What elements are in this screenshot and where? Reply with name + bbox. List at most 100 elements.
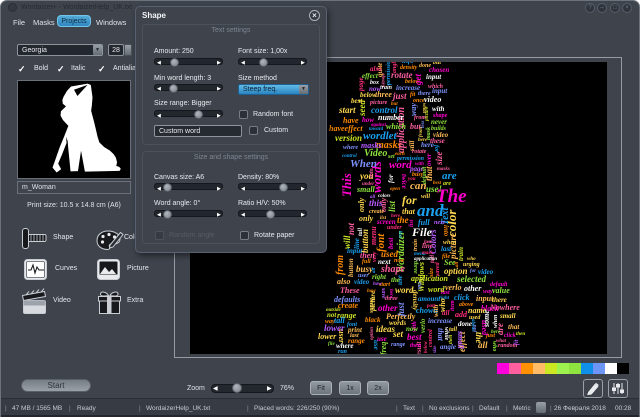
svg-text:here: here (491, 330, 501, 335)
svg-text:way: way (409, 103, 418, 116)
svg-text:there: there (492, 296, 507, 304)
svg-text:box: box (397, 231, 402, 239)
svg-text:picture: picture (425, 106, 430, 122)
svg-text:now: now (369, 85, 381, 93)
svg-text:create: create (369, 209, 384, 215)
svg-text:size: size (429, 268, 435, 278)
svg-text:will: will (421, 194, 430, 200)
svg-text:create: create (338, 301, 358, 310)
svg-text:file: file (442, 254, 450, 260)
svg-text:three: three (412, 261, 418, 274)
svg-text:size: size (433, 345, 438, 354)
svg-text:input: input (432, 87, 448, 95)
svg-text:use: use (372, 340, 380, 350)
svg-text:just: just (396, 302, 406, 318)
svg-text:input: input (426, 73, 442, 81)
svg-text:each: each (395, 152, 405, 157)
svg-text:print: print (347, 326, 363, 334)
svg-text:masks: masks (437, 167, 450, 172)
svg-text:how: how (367, 289, 376, 294)
svg-text:for: for (470, 269, 476, 274)
svg-text:not: not (346, 222, 356, 235)
svg-text:done: done (458, 320, 472, 328)
svg-text:open: open (390, 187, 400, 192)
svg-text:that: that (402, 207, 416, 216)
svg-text:click: click (454, 293, 470, 302)
svg-text:into: into (442, 225, 450, 237)
svg-text:for: for (433, 145, 439, 153)
svg-text:When: When (350, 158, 377, 170)
svg-text:number: number (378, 113, 405, 122)
svg-text:set: set (387, 154, 395, 160)
svg-text:are: are (443, 181, 451, 187)
svg-text:get: get (413, 74, 423, 86)
svg-text:with: with (415, 162, 424, 167)
svg-text:colors: colors (378, 194, 391, 199)
svg-text:you: you (407, 177, 416, 182)
svg-text:other: other (378, 303, 398, 313)
svg-text:button: button (347, 258, 355, 277)
svg-text:never: never (431, 118, 447, 126)
svg-text:control: control (342, 154, 357, 159)
svg-text:fit: fit (514, 339, 520, 345)
svg-text:what: what (496, 339, 507, 344)
svg-text:best: best (387, 237, 395, 249)
svg-text:into: into (369, 168, 375, 178)
svg-text:video: video (354, 278, 370, 286)
svg-text:default: default (490, 282, 508, 288)
svg-text:add: add (455, 310, 468, 319)
svg-text:list: list (409, 219, 415, 227)
svg-text:above: above (459, 302, 474, 308)
svg-text:saved: saved (435, 261, 441, 277)
svg-text:video: video (478, 268, 494, 276)
svg-text:here: here (418, 138, 428, 143)
svg-text:train: train (457, 247, 465, 261)
svg-text:but: but (391, 102, 398, 107)
svg-text:but: but (410, 122, 421, 131)
svg-text:way: way (483, 289, 493, 295)
svg-text:all: all (370, 195, 376, 200)
svg-text:for: for (387, 174, 395, 183)
svg-text:when: when (493, 314, 499, 328)
svg-text:shape: shape (432, 113, 448, 119)
svg-text:save: save (380, 287, 386, 299)
svg-text:builds: builds (368, 298, 374, 314)
svg-text:haveeffect: haveeffect (329, 124, 363, 133)
svg-text:for: for (402, 193, 417, 207)
svg-text:full: full (362, 259, 371, 265)
svg-text:all: all (478, 340, 488, 350)
svg-text:with: with (432, 105, 445, 113)
svg-text:rotate: rotate (412, 149, 427, 155)
svg-text:other: other (464, 284, 482, 293)
svg-text:but: but (433, 62, 441, 66)
svg-text:when: when (443, 240, 457, 246)
svg-text:user: user (358, 273, 369, 279)
svg-text:range: range (391, 342, 406, 348)
svg-text:right: right (372, 273, 387, 281)
svg-text:video: video (433, 131, 449, 139)
svg-text:menu: menu (369, 226, 378, 245)
svg-text:fit: fit (410, 92, 416, 98)
svg-text:who: who (467, 257, 476, 262)
svg-text:best: best (433, 181, 442, 186)
svg-text:toward: toward (369, 127, 384, 132)
svg-text:page: page (357, 77, 365, 92)
svg-text:which: which (386, 122, 407, 131)
svg-text:verlo: verlo (445, 283, 461, 292)
svg-text:next: next (378, 258, 392, 266)
svg-text:under: under (387, 225, 402, 231)
svg-text:only: only (359, 214, 374, 223)
svg-text:then: then (516, 332, 525, 337)
svg-text:this: this (416, 282, 421, 290)
svg-text:small: small (456, 330, 465, 350)
svg-text:start: start (338, 105, 356, 115)
svg-text:also: also (337, 277, 350, 286)
svg-text:just: just (473, 324, 478, 333)
svg-text:train: train (413, 238, 419, 251)
svg-text:twice: twice (400, 174, 408, 189)
svg-text:version: version (335, 133, 362, 143)
svg-text:full: full (418, 218, 430, 227)
svg-text:where: where (343, 145, 358, 151)
svg-text:run: run (338, 349, 348, 354)
svg-text:under: under (362, 182, 374, 187)
